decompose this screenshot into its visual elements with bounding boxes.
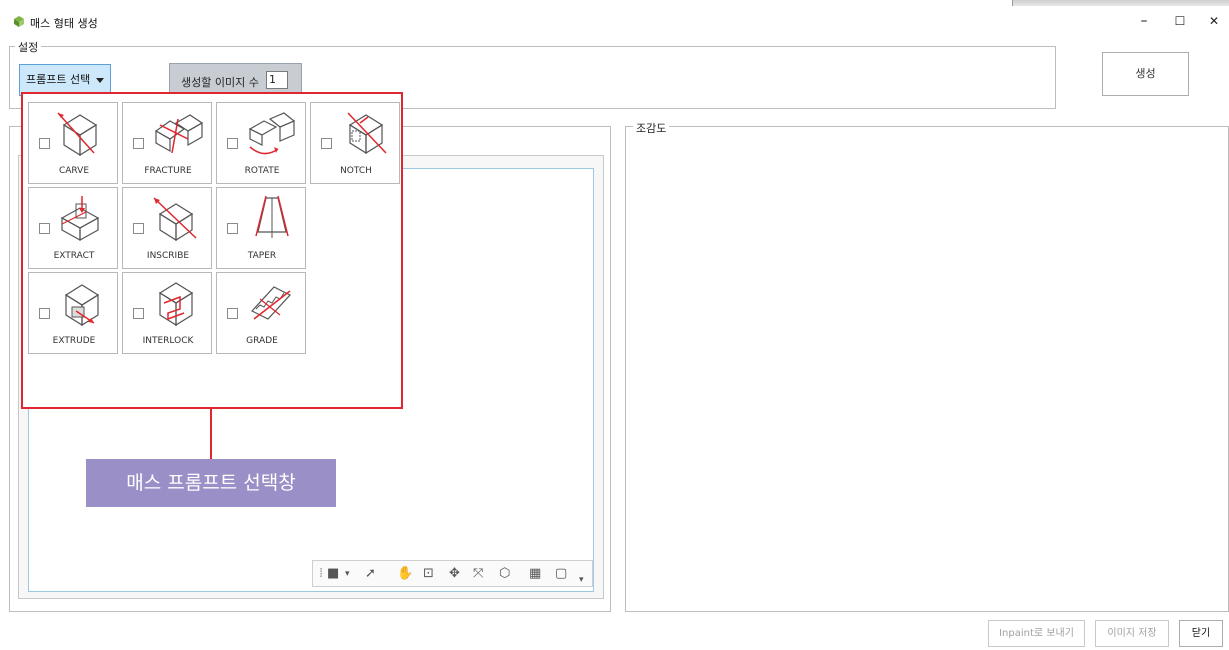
chevron-down-icon[interactable]: ▾ (345, 565, 350, 583)
chevron-down-icon (96, 78, 104, 83)
prompt-tile-notch[interactable]: NOTCH (310, 102, 400, 184)
close-button[interactable]: 닫기 (1179, 620, 1223, 647)
prompt-label: ROTATE (244, 166, 280, 176)
prompt-tile-carve[interactable]: CARVE (28, 102, 118, 184)
generate-button[interactable]: 생성 (1102, 52, 1189, 96)
birdseye-group-label: 조감도 (633, 120, 670, 136)
taper-icon (255, 195, 289, 238)
extrude-icon (64, 284, 100, 327)
prompt-label: EXTRUDE (52, 336, 96, 346)
image-count-input[interactable]: 1 (266, 71, 288, 89)
prompt-checkbox[interactable] (39, 223, 50, 234)
pan-hand-icon[interactable]: ✋ (397, 565, 413, 583)
birdseye-group (625, 126, 1229, 612)
callout-leader-line (210, 409, 212, 459)
zoom-window-icon[interactable]: ⊡ (423, 565, 434, 583)
callout-label: 매스 프롬프트 선택창 (86, 459, 336, 507)
image-count-label: 생성할 이미지 수 (181, 76, 259, 89)
prompt-label: CARVE (58, 166, 90, 176)
prompt-checkbox[interactable] (227, 138, 238, 149)
toolbar-grip-icon: ⁞ (319, 566, 324, 581)
prompt-tile-fracture[interactable]: FRACTURE (122, 102, 212, 184)
box-view-icon[interactable]: ▢ (555, 565, 567, 583)
prompt-select-label: 프롬프트 선택 (26, 73, 91, 86)
grade-icon (251, 286, 291, 320)
prompt-checkbox[interactable] (39, 138, 50, 149)
fracture-icon (154, 114, 204, 154)
prompt-tile-interlock[interactable]: INTERLOCK (122, 272, 212, 354)
close-window-button[interactable]: ✕ (1196, 8, 1229, 34)
display-mode-icon[interactable]: ■ (327, 565, 339, 583)
extract-icon (60, 196, 100, 242)
rotate-icon (248, 112, 296, 155)
inscribe-icon (153, 197, 197, 242)
toolbar-overflow-icon[interactable]: ▾ (579, 571, 584, 589)
prompt-tile-rotate[interactable]: ROTATE (216, 102, 306, 184)
zoom-extents-icon[interactable]: ⤧ (473, 565, 483, 583)
prompt-label: INSCRIBE (146, 251, 190, 261)
mass-prompt-selection-panel: CARVE FRACTURE ROTATE NOTCH EXTRACT INSC… (21, 92, 403, 409)
prompt-checkbox[interactable] (227, 223, 238, 234)
interlock-icon (158, 282, 194, 327)
notch-icon (347, 112, 387, 155)
title-bar: 매스 형태 생성 – ☐ ✕ (0, 0, 1229, 38)
prompt-checkbox[interactable] (227, 308, 238, 319)
prompt-tile-taper[interactable]: TAPER (216, 187, 306, 269)
prompt-label: EXTRACT (53, 251, 95, 261)
carve-icon (57, 112, 98, 157)
prompt-checkbox[interactable] (321, 138, 332, 149)
prompt-checkbox[interactable] (133, 223, 144, 234)
prompt-tile-inscribe[interactable]: INSCRIBE (122, 187, 212, 269)
prompt-label: FRACTURE (144, 166, 192, 176)
prompt-tile-extrude[interactable]: EXTRUDE (28, 272, 118, 354)
viewport-toolbar: ⁞ ■ ▾ ➚ ✋ ⊡ ✥ ⤧ ⬡ ▦ ▢ ▾ (312, 560, 593, 587)
select-cursor-icon[interactable]: ➚ (365, 565, 376, 583)
maximize-button[interactable]: ☐ (1162, 8, 1198, 34)
prompt-label: GRADE (246, 336, 278, 346)
settings-group-label: 설정 (15, 39, 42, 55)
prompt-checkbox[interactable] (39, 308, 50, 319)
prompt-checkbox[interactable] (133, 308, 144, 319)
prompt-label: NOTCH (340, 166, 372, 176)
send-to-inpaint-button[interactable]: Inpaint로 보내기 (988, 620, 1085, 647)
prompt-tile-grade[interactable]: GRADE (216, 272, 306, 354)
window-title: 매스 형태 생성 (30, 17, 98, 30)
prompt-tile-extract[interactable]: EXTRACT (28, 187, 118, 269)
prompt-label: INTERLOCK (142, 336, 194, 346)
prompt-label: TAPER (247, 251, 277, 261)
background-window-edge (1012, 0, 1229, 6)
view-cube-icon[interactable]: ⬡ (499, 565, 510, 583)
grid-icon[interactable]: ▦ (529, 565, 541, 583)
save-image-button[interactable]: 이미지 저장 (1095, 620, 1169, 647)
app-icon (14, 16, 24, 27)
orbit-icon[interactable]: ✥ (449, 565, 460, 583)
prompt-checkbox[interactable] (133, 138, 144, 149)
minimize-button[interactable]: – (1126, 8, 1162, 34)
